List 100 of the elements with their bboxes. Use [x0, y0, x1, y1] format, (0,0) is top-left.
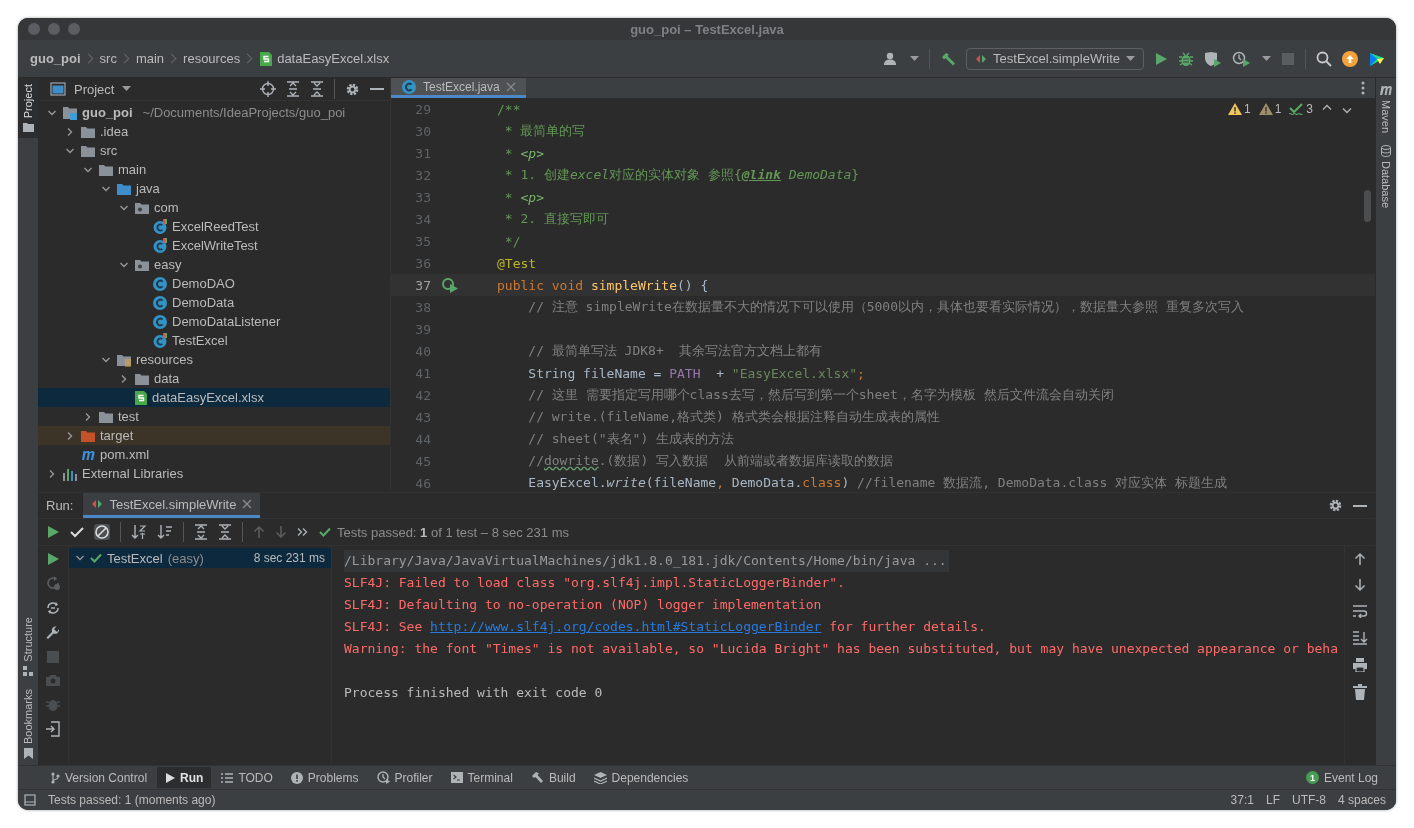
tree-item[interactable]: External Libraries [38, 464, 390, 483]
status-item[interactable]: 37:1 [1230, 793, 1254, 807]
tool-window-button[interactable]: Problems [282, 767, 367, 788]
up-arrow-icon[interactable] [1354, 552, 1366, 566]
tree-item[interactable]: com [38, 198, 390, 217]
tree-item[interactable]: src [38, 141, 390, 160]
run-icon[interactable] [46, 552, 60, 566]
tree-item[interactable]: target [38, 426, 390, 445]
structure-icon [22, 665, 34, 677]
breadcrumb[interactable]: dataEasyExcel.xlsx [259, 50, 390, 67]
line-number: 38 [414, 299, 431, 315]
debug-icon[interactable] [1178, 50, 1194, 67]
tree-item[interactable]: dataEasyExcel.xlsx [38, 388, 390, 407]
tool-window-button[interactable]: Terminal [442, 767, 521, 788]
event-log-button[interactable]: 1 Event Log [1297, 767, 1386, 788]
run-icon[interactable] [1154, 51, 1168, 66]
coverage-icon[interactable] [1204, 50, 1222, 67]
collapse-all-icon[interactable] [218, 524, 232, 540]
tool-window-button[interactable]: TODO [213, 767, 281, 788]
breadcrumb[interactable]: resources [183, 51, 241, 66]
play-icon [165, 772, 176, 783]
inspection-badge[interactable]: 3 [1289, 102, 1313, 116]
rerun-icon[interactable] [46, 525, 60, 539]
panel-toggle-icon[interactable] [24, 794, 36, 806]
auto-test-icon[interactable] [45, 600, 61, 616]
test-tree-item[interactable]: TestExcel (easy) 8 sec 231 ms [69, 548, 331, 568]
breadcrumb[interactable]: guo_poi [30, 51, 81, 66]
tree-item[interactable]: TestExcel [38, 331, 390, 350]
caret-icon[interactable] [1262, 55, 1271, 62]
tool-window-button[interactable]: Version Control [42, 767, 156, 788]
expand-all-icon[interactable] [286, 81, 300, 97]
tool-window-button[interactable]: Build [522, 767, 584, 788]
inspection-badge[interactable]: 1 [1227, 102, 1251, 116]
tree-item[interactable]: DemoDataListener [38, 312, 390, 331]
tool-window-tab[interactable]: Bookmarks [18, 682, 38, 765]
code-line: //dowrite.(数据) 写入数据 从前端或者数据库读取的数据 [527, 452, 893, 470]
tree-item[interactable]: pom.xml [38, 445, 390, 464]
hammer-icon[interactable] [940, 50, 957, 67]
tool-window-button[interactable]: Profiler [368, 767, 441, 788]
tree-item[interactable]: resources [38, 350, 390, 369]
caret-icon[interactable] [910, 55, 920, 62]
tool-window-tab[interactable]: Maven [1376, 78, 1396, 140]
profile-icon[interactable] [1232, 50, 1252, 67]
close-icon[interactable] [242, 499, 253, 509]
console-line: Process finished with exit code 0 [344, 684, 603, 702]
test-class-icon [152, 218, 168, 235]
trash-icon[interactable] [1353, 684, 1367, 700]
tree-item[interactable]: easy [38, 255, 390, 274]
status-item[interactable]: 4 spaces [1337, 793, 1386, 807]
tool-window-tab[interactable]: Project [18, 78, 38, 139]
hide-icon[interactable] [370, 87, 384, 91]
tree-item[interactable]: DemoData [38, 293, 390, 312]
tool-window-button[interactable]: Dependencies [585, 767, 697, 788]
code-line: @Test [497, 255, 537, 271]
run-test-icon[interactable] [441, 277, 459, 293]
locate-icon[interactable] [260, 81, 276, 97]
tree-item[interactable]: data [38, 369, 390, 388]
settings-icon[interactable] [1328, 498, 1343, 513]
tree-item[interactable]: guo_poi ~/Documents/IdeaProjects/guo_poi [38, 103, 390, 122]
collapse-all-icon[interactable] [310, 81, 324, 97]
tool-window-tab[interactable]: Structure [18, 611, 38, 683]
breadcrumb[interactable]: main [135, 51, 165, 66]
status-item[interactable]: UTF-8 [1291, 793, 1326, 807]
more-chevron-icon[interactable] [297, 527, 309, 537]
status-item[interactable]: LF [1265, 793, 1280, 807]
scroll-to-end-icon[interactable] [1352, 630, 1368, 646]
update-icon[interactable] [1342, 50, 1358, 67]
inspection-badge[interactable]: 1 [1258, 102, 1282, 116]
info-icon [290, 771, 303, 784]
soft-wrap-icon[interactable] [1352, 604, 1368, 618]
settings-icon[interactable] [345, 81, 360, 97]
breadcrumb[interactable]: src [99, 51, 117, 66]
tree-item[interactable]: ExcelReedTest [38, 217, 390, 236]
tree-item[interactable]: main [38, 160, 390, 179]
more-icon[interactable] [1361, 81, 1365, 95]
tree-item[interactable]: java [38, 179, 390, 198]
tree-item[interactable]: ExcelWriteTest [38, 236, 390, 255]
down-arrow-icon[interactable] [1354, 578, 1366, 592]
collapse-chevron-icon[interactable] [75, 553, 85, 563]
search-icon[interactable] [1316, 50, 1332, 67]
editor-tab[interactable]: TestExcel.java [391, 78, 526, 98]
run-tab[interactable]: TestExcel.simpleWrite [83, 493, 261, 518]
run-configuration-dropdown[interactable]: TestExcel.simpleWrite [966, 47, 1144, 70]
expand-all-icon[interactable] [194, 524, 208, 540]
wrench-icon[interactable] [45, 625, 61, 641]
show-ignored-icon[interactable] [94, 524, 110, 540]
tool-window-tab[interactable]: Database [1376, 139, 1396, 215]
printer-icon[interactable] [1352, 658, 1368, 672]
exit-icon[interactable] [45, 721, 61, 737]
tool-window-button[interactable]: Run [157, 767, 212, 788]
tree-item[interactable]: test [38, 407, 390, 426]
sort-by-duration-icon[interactable] [157, 524, 173, 540]
code-line: String fileName = PATH + "EasyExcel.xlsx"; [527, 365, 865, 381]
module-folder-icon [62, 105, 78, 120]
sort-alphabetically-icon[interactable] [131, 524, 147, 540]
show-passed-icon[interactable] [70, 526, 84, 538]
project-view-dropdown[interactable]: Project [50, 81, 132, 97]
tree-item[interactable]: .idea [38, 122, 390, 141]
scrollbar-thumb[interactable] [1364, 190, 1371, 222]
tree-item[interactable]: DemoDAO [38, 274, 390, 293]
